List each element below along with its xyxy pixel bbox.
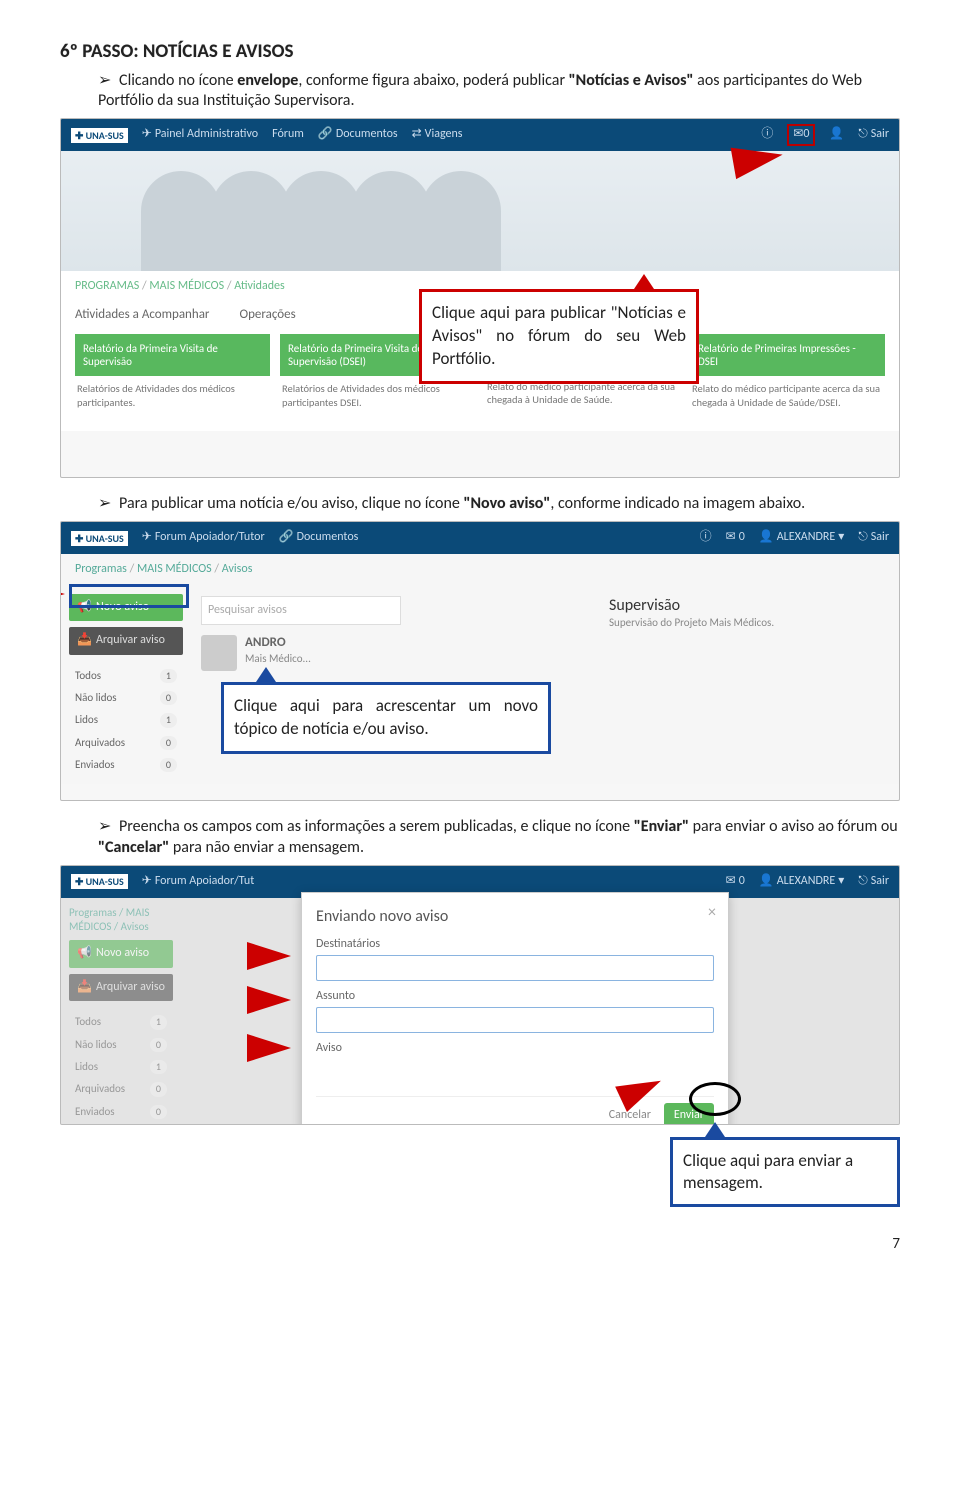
bullet-arrow-icon: ➢ (98, 72, 111, 89)
screenshot-2: ✚ UNA-SUS ✈ Forum Apoiador/Tutor 🔗 Docum… (60, 521, 900, 801)
tab-operacoes[interactable]: Operações (239, 307, 295, 324)
logo: ✚ UNA-SUS (71, 128, 128, 143)
nav-viagens[interactable]: ⇄ Viagens (412, 127, 463, 143)
card-4[interactable]: Relatório de Primeiras Impressões - DSEI… (690, 334, 885, 416)
avatar (201, 635, 237, 671)
destinatarios-field[interactable] (316, 955, 714, 981)
label-aviso: Aviso (316, 1041, 714, 1057)
arquivar-aviso-button: 📥 Arquivar aviso (69, 974, 173, 1002)
sidebar-dim: Programas / MAIS MÉDICOS / Avisos 📢 Novo… (61, 898, 181, 1125)
user-menu[interactable]: 👤 ALEXANDRE ▾ (759, 874, 845, 890)
filter-lidos[interactable]: Lidos1 (69, 709, 183, 731)
nav-sair[interactable]: ⎋ Sair (858, 874, 889, 890)
intro-paragraph-3: ➢ Preencha os campos com as informações … (98, 817, 900, 859)
logo: ✚ UNA-SUS (71, 874, 128, 889)
envelope-icon[interactable]: ✉ 0 (787, 124, 815, 146)
nav-sair[interactable]: ⎋ Sair (858, 127, 889, 143)
screenshot-1: ✚ UNA-SUS ✈ Painel Administrativo Fórum … (60, 118, 900, 478)
bullet-arrow-icon: ➢ (98, 818, 111, 835)
assunto-field[interactable] (316, 1007, 714, 1033)
filter-nao-lidos[interactable]: Não lidos0 (69, 687, 183, 709)
nav-painel[interactable]: ✈ Painel Administrativo (142, 127, 258, 143)
logo: ✚ UNA-SUS (71, 531, 128, 546)
supervisao-panel: Supervisão Supervisão do Projeto Mais Mé… (609, 596, 889, 631)
label-destinatarios: Destinatários (316, 937, 714, 953)
label-assunto: Assunto (316, 989, 714, 1005)
intro-paragraph-1: ➢ Clicando no ícone envelope, conforme f… (98, 71, 900, 113)
callout-box-1: Clique aqui para publicar "Notícias e Av… (419, 289, 699, 384)
nav-forum[interactable]: ✈ Forum Apoiador/Tutor (142, 530, 265, 546)
filter-enviados[interactable]: Enviados0 (69, 754, 183, 776)
message-row[interactable]: ANDROMais Médico... (201, 635, 889, 671)
mail-icon[interactable]: ✉ 0 (726, 530, 745, 546)
arquivar-aviso-button[interactable]: 📥 Arquivar aviso (69, 627, 183, 655)
bullet-arrow-icon: ➢ (98, 495, 111, 512)
breadcrumb-2: Programas / MAIS MÉDICOS / Avisos (61, 554, 899, 586)
sidebar: 📢 Novo aviso 📥 Arquivar aviso Todos1 Não… (61, 586, 191, 785)
callout-box-3: Clique aqui para enviar a mensagem. (670, 1137, 900, 1207)
top-nav-2: ✚ UNA-SUS ✈ Forum Apoiador/Tutor 🔗 Docum… (61, 522, 899, 554)
info-icon[interactable]: ⓘ (700, 530, 712, 546)
nav-sair[interactable]: ⎋ Sair (858, 530, 889, 546)
callout-box-2: Clique aqui para acrescentar um novo tóp… (221, 682, 551, 754)
card-1[interactable]: Relatório da Primeira Visita de Supervis… (75, 334, 270, 416)
intro-paragraph-2: ➢ Para publicar uma notícia e/ou aviso, … (98, 494, 900, 515)
red-arrow-icon (60, 578, 65, 610)
tab-atividades[interactable]: Atividades a Acompanhar (75, 307, 209, 324)
nav-documentos[interactable]: 🔗 Documentos (279, 530, 359, 546)
highlight-box (69, 584, 189, 608)
red-arrow-icon (247, 1034, 291, 1062)
step-title: 6º PASSO: NOTÍCIAS E AVISOS (60, 40, 900, 65)
red-arrow-icon (247, 986, 291, 1014)
nav-forum[interactable]: Fórum (272, 127, 304, 143)
circle-highlight (689, 1082, 741, 1116)
page-number: 7 (60, 1235, 900, 1255)
search-input[interactable]: Pesquisar avisos (201, 596, 401, 626)
novo-aviso-button: 📢 Novo aviso (69, 940, 173, 968)
filter-arquivados[interactable]: Arquivados0 (69, 732, 183, 754)
close-icon[interactable]: × (708, 903, 716, 924)
screenshot-3: ✚ UNA-SUS ✈ Forum Apoiador/Tut ✉ 0 👤 ALE… (60, 865, 900, 1125)
modal-title: Enviando novo aviso (316, 907, 714, 928)
red-arrow-icon (247, 942, 291, 970)
nav-forum[interactable]: ✈ Forum Apoiador/Tut (142, 874, 254, 890)
mail-icon[interactable]: ✉ 0 (726, 874, 745, 890)
user-menu[interactable]: 👤 ALEXANDRE ▾ (759, 530, 845, 546)
user-icon[interactable]: 👤 (829, 127, 844, 143)
nav-documentos[interactable]: 🔗 Documentos (318, 127, 398, 143)
filter-todos[interactable]: Todos1 (69, 665, 183, 687)
